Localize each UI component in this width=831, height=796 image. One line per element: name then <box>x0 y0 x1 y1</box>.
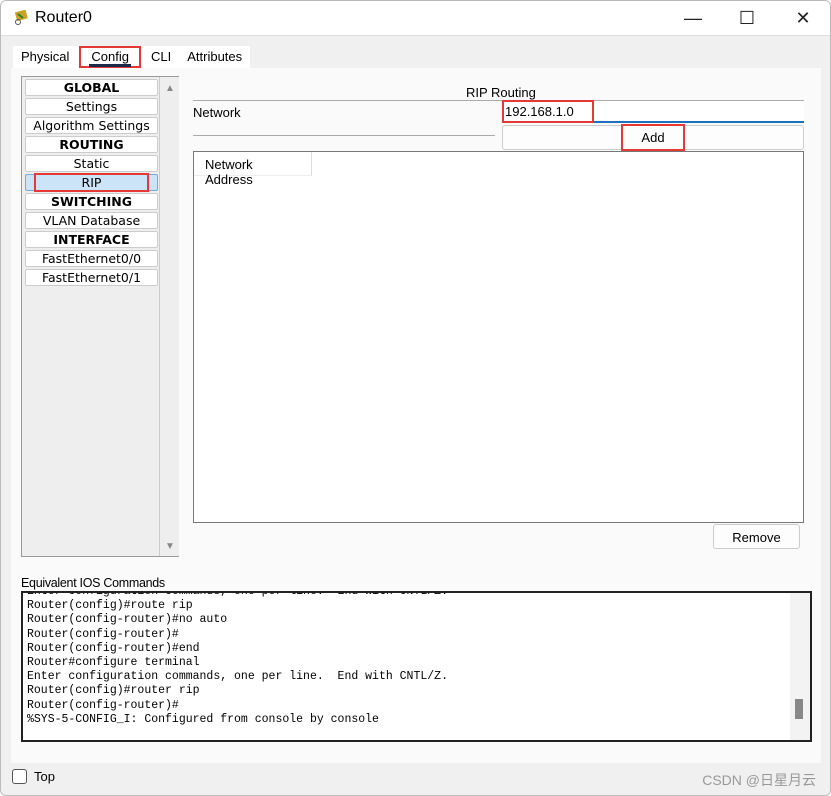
console-line: %SYS-5-CONFIG_I: Configured from console… <box>27 712 379 726</box>
add-button-label: Add <box>621 124 685 151</box>
top-label: Top <box>34 769 55 784</box>
close-button[interactable]: ✕ <box>778 1 828 36</box>
console-line: Router(config-router)#no auto <box>27 613 228 627</box>
console-line: Router(config-router)# <box>27 698 179 712</box>
nav-item-algorithm-settings[interactable]: Algorithm Settings <box>25 117 158 134</box>
tab-attributes[interactable]: Attributes <box>179 46 250 68</box>
tab-physical[interactable]: Physical <box>13 46 77 68</box>
window-title: Router0 <box>35 9 92 26</box>
nav-item-fastethernet0-1[interactable]: FastEthernet0/1 <box>25 269 158 286</box>
router-icon <box>14 10 28 25</box>
console-line: Enter configuration commands, one per li… <box>27 591 448 598</box>
top-checkbox[interactable] <box>12 769 27 784</box>
nav-item-rip-label: RIP <box>33 173 150 192</box>
rip-routing-title: RIP Routing <box>466 85 536 100</box>
scroll-down-icon[interactable]: ▼ <box>165 541 175 552</box>
network-input[interactable]: 192.168.1.0 <box>502 100 804 123</box>
equivalent-ios-commands-label: Equivalent IOS Commands <box>21 576 165 590</box>
nav-scrollbar[interactable]: ▲ ▼ <box>159 77 179 556</box>
console-line: Router#configure terminal <box>27 656 200 670</box>
maximize-button[interactable]: ☐ <box>722 1 772 36</box>
nav-item-fastethernet0-0[interactable]: FastEthernet0/0 <box>25 250 158 267</box>
watermark: CSDN @日星月云 <box>702 772 816 788</box>
tab-config[interactable]: Config <box>79 46 141 68</box>
nav-item-vlan-database[interactable]: VLAN Database <box>25 212 158 229</box>
nav-header-routing: ROUTING <box>25 136 158 153</box>
router-window: Router0 — ☐ ✕ Physical Config CLI Attrib… <box>0 0 831 796</box>
minimize-button[interactable]: — <box>668 1 718 36</box>
tab-cli[interactable]: CLI <box>143 46 179 68</box>
network-address-table: Network Address <box>193 151 804 523</box>
network-label: Network <box>193 105 241 120</box>
console-scrollbar[interactable] <box>790 593 810 740</box>
console-line: Router(config-router)# <box>27 627 179 641</box>
title-bar: Router0 — ☐ ✕ <box>1 1 830 36</box>
nav-item-settings[interactable]: Settings <box>25 98 158 115</box>
console-line: Enter configuration commands, one per li… <box>27 670 448 684</box>
nav-item-rip[interactable]: RIP <box>25 173 158 192</box>
ios-commands-console[interactable]: Enter configuration commands, one per li… <box>21 591 812 742</box>
network-input-value: 192.168.1.0 <box>502 100 594 123</box>
nav-header-global: GLOBAL <box>25 79 158 96</box>
nav-header-switching: SWITCHING <box>25 193 158 210</box>
column-header-network-address[interactable]: Network Address <box>194 152 312 187</box>
remove-button[interactable]: Remove <box>713 524 800 549</box>
add-button[interactable]: Add <box>502 124 804 151</box>
nav-item-static[interactable]: Static <box>25 155 158 172</box>
tab-bar: Physical Config CLI Attributes <box>13 46 251 68</box>
config-nav-list: GLOBAL Settings Algorithm Settings ROUTI… <box>21 76 179 557</box>
console-line: Router(config-router)#end <box>27 641 200 655</box>
nav-header-interface: INTERFACE <box>25 231 158 248</box>
scroll-up-icon[interactable]: ▲ <box>165 83 175 94</box>
bottom-bar: Top CSDN @日星月云 <box>1 763 830 795</box>
console-line: Router(config)#route rip <box>27 599 193 613</box>
console-line: Router(config)#router rip <box>27 684 200 698</box>
scrollbar-thumb[interactable] <box>795 699 803 719</box>
divider <box>193 135 495 136</box>
